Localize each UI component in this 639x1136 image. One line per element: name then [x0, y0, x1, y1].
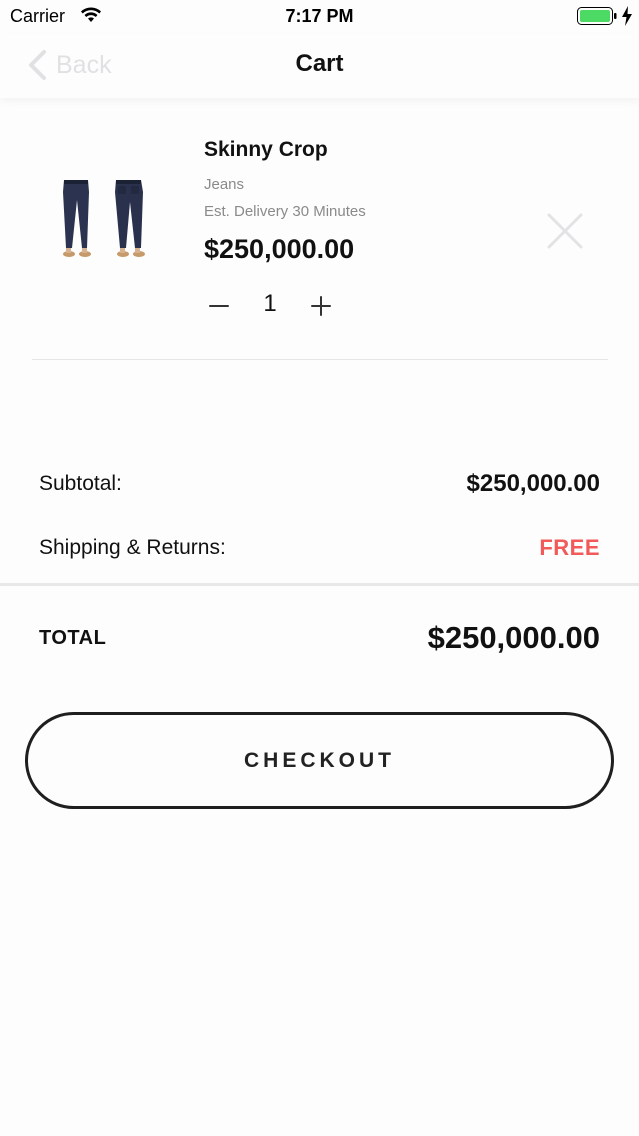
- charging-bolt-icon: [622, 6, 632, 26]
- product-name[interactable]: Skinny Crop: [204, 138, 328, 162]
- checkout-button[interactable]: CHECKOUT: [25, 712, 614, 809]
- shipping-label: Shipping & Returns:: [39, 536, 226, 559]
- plus-icon: [311, 296, 331, 316]
- shipping-row: Shipping & Returns: FREE: [39, 535, 600, 561]
- shipping-free-badge: FREE: [539, 535, 600, 560]
- total-row: TOTAL $250,000.00: [39, 620, 600, 656]
- clock: 7:17 PM: [285, 6, 354, 26]
- summary-divider: [0, 583, 639, 586]
- page-title: Cart: [295, 50, 344, 77]
- increase-quantity-button[interactable]: [310, 290, 332, 322]
- battery-icon: [577, 7, 617, 25]
- product-category: Jeans: [204, 176, 245, 193]
- jeans-back-view: [115, 180, 145, 257]
- cart-item: Skinny Crop Jeans Est. Delivery 30 Minut…: [32, 110, 608, 360]
- subtotal-label: Subtotal:: [39, 472, 122, 495]
- remove-item-button[interactable]: [546, 212, 584, 250]
- delivery-estimate: Est. Delivery 30 Minutes: [204, 203, 366, 220]
- quantity-value: 1: [263, 290, 277, 317]
- product-price: $250,000.00: [204, 234, 355, 264]
- checkout-label: CHECKOUT: [244, 748, 395, 772]
- status-bar: Carrier 7:17 PM: [0, 0, 639, 34]
- total-label: TOTAL: [39, 626, 107, 649]
- navigation-bar: Back Cart: [0, 34, 639, 98]
- subtotal-value: $250,000.00: [466, 470, 600, 497]
- decrease-quantity-button[interactable]: [208, 290, 230, 322]
- close-icon: [547, 213, 583, 249]
- subtotal-row: Subtotal: $250,000.00: [39, 470, 600, 498]
- jeans-front-view: [63, 180, 91, 257]
- jeans-product-image[interactable]: [54, 178, 164, 268]
- total-value: $250,000.00: [427, 620, 600, 655]
